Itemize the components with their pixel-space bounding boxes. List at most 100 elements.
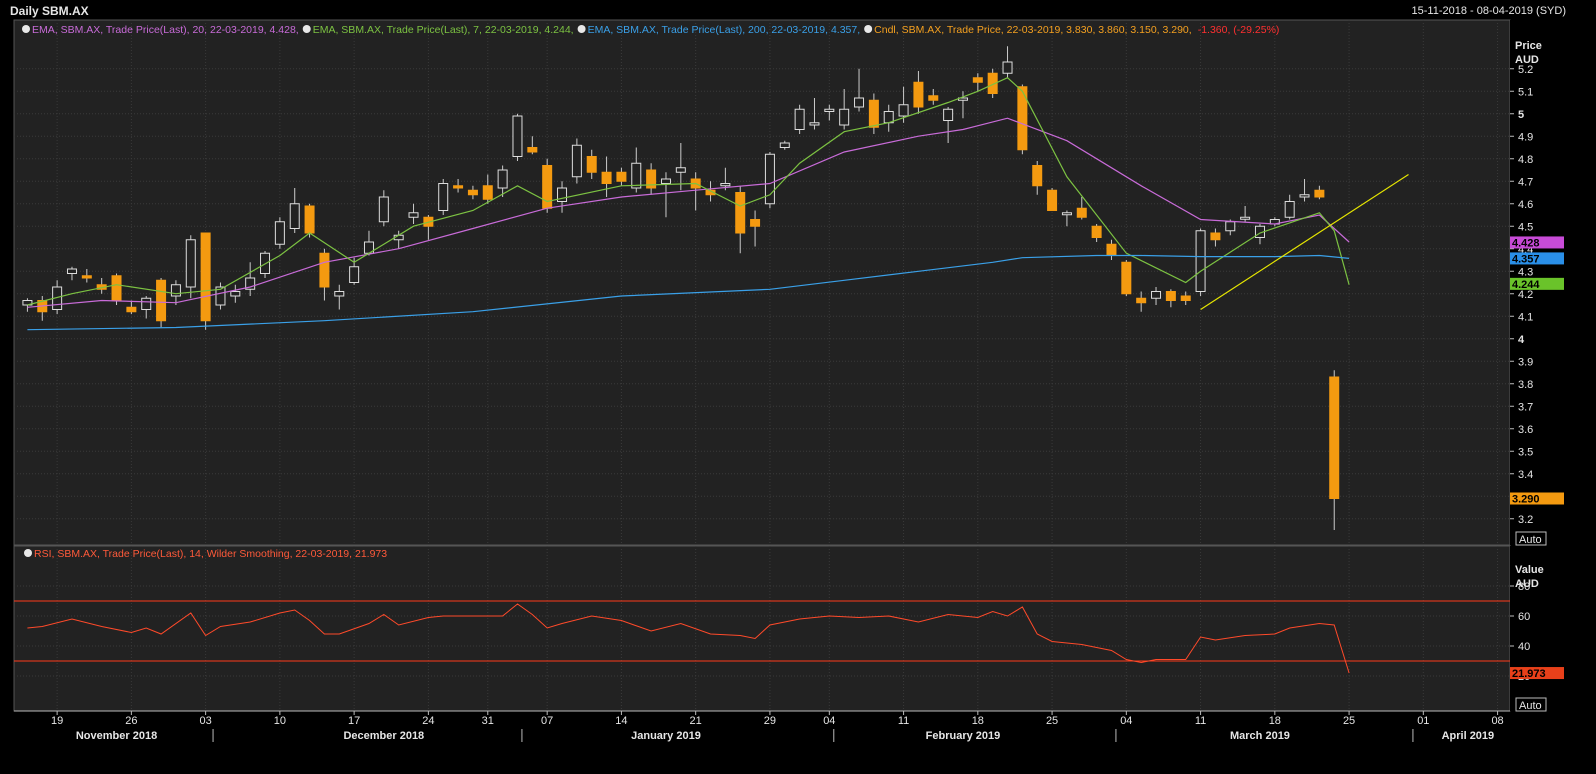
candle[interactable]: [215, 282, 226, 310]
day-tick-label: 17: [348, 715, 360, 727]
price-tick-label: 3.9: [1518, 356, 1533, 368]
candle-body-down: [1210, 232, 1221, 241]
candle-body-down: [928, 95, 939, 101]
candle[interactable]: [1017, 84, 1028, 155]
legend-item-icon[interactable]: [577, 25, 586, 33]
price-legend[interactable]: EMA, SBM.AX, Trade Price(Last), 20, 22-0…: [22, 24, 1279, 36]
candle-body-up: [230, 291, 241, 297]
price-tick-label: 4.9: [1518, 131, 1533, 143]
candle-body-up: [809, 122, 820, 126]
price-plot-area[interactable]: [13, 19, 1511, 546]
candle-body-down: [972, 77, 983, 83]
legend-item-text: -1.360, (-29.25%): [1198, 24, 1280, 36]
candle-body-down: [750, 219, 761, 227]
candle-body-up: [1061, 212, 1072, 216]
candle-body-up: [898, 104, 909, 117]
day-tick-label: 26: [125, 715, 137, 727]
candle-body-down: [601, 171, 612, 184]
day-tick-label: 11: [898, 715, 909, 727]
day-tick-label: 03: [200, 715, 212, 727]
candle[interactable]: [438, 179, 449, 215]
day-tick-label: 04: [1120, 715, 1132, 727]
candle-body-down: [1032, 165, 1043, 187]
price-auto-label: Auto: [1519, 534, 1542, 546]
candle-body-up: [1299, 194, 1310, 198]
day-tick-label: 11: [1195, 715, 1206, 727]
candle-body-down: [467, 189, 478, 196]
candle-body-up: [660, 178, 671, 184]
candle[interactable]: [571, 138, 582, 184]
candle[interactable]: [542, 158, 553, 213]
candle[interactable]: [200, 232, 211, 330]
rsi-auto-label: Auto: [1519, 700, 1542, 712]
candle-body-up: [274, 221, 285, 245]
price-auto-scale-button[interactable]: Auto: [1515, 531, 1547, 546]
candle-body-down: [735, 192, 746, 234]
legend-item-icon[interactable]: [302, 25, 311, 33]
day-tick-label: 24: [422, 715, 434, 727]
candle-body-down: [913, 81, 924, 108]
candle[interactable]: [794, 104, 805, 134]
price-tick-label: 3.7: [1518, 401, 1533, 413]
candle[interactable]: [512, 113, 523, 161]
day-tick-label: 14: [615, 715, 627, 727]
rsi-legend-text: RSI, SBM.AX, Trade Price(Last), 14, Wild…: [34, 548, 387, 560]
candle-body-up: [378, 196, 389, 223]
day-tick-label: 21: [690, 715, 702, 727]
candle[interactable]: [1195, 228, 1206, 297]
candle-body-down: [527, 147, 538, 153]
candle-body-up: [675, 167, 686, 173]
month-label: February 2019: [926, 730, 1001, 742]
candle-body-down: [868, 99, 879, 128]
legend-item-text: EMA, SBM.AX, Trade Price(Last), 200, 22-…: [588, 24, 861, 36]
price-badge: 4.357: [1510, 252, 1564, 265]
candle-body-down: [586, 156, 597, 173]
candle-body-up: [66, 268, 77, 274]
candle-body-up: [1284, 201, 1295, 218]
candle-body-up: [631, 162, 642, 189]
price-tick-label: 4.3: [1518, 266, 1533, 278]
candle[interactable]: [1121, 260, 1132, 296]
candle-body-up: [571, 144, 582, 178]
candle-body-down: [1329, 376, 1340, 499]
price-badge-value: 3.290: [1512, 494, 1540, 506]
candle-body-down: [616, 171, 627, 182]
price-tick-label: 4.7: [1518, 176, 1533, 188]
candle-body-up: [512, 115, 523, 157]
candle-body-up: [170, 284, 181, 297]
rsi-legend[interactable]: RSI, SBM.AX, Trade Price(Last), 14, Wild…: [24, 548, 387, 560]
candle-body-down: [1314, 189, 1325, 198]
rsi-badge: 21.973: [1510, 667, 1564, 680]
candle[interactable]: [274, 217, 285, 249]
price-tick-label: 3.8: [1518, 379, 1533, 391]
rsi-auto-scale-button[interactable]: Auto: [1515, 697, 1547, 712]
day-tick-label: 18: [972, 715, 984, 727]
price-tick-label: 5: [1518, 109, 1524, 121]
price-badge-value: 4.428: [1512, 237, 1540, 249]
price-tick-label: 4: [1518, 334, 1525, 346]
chart-window: Daily SBM.AX 15-11-2018 - 08-04-2019 (SY…: [0, 0, 1596, 774]
month-label: March 2019: [1230, 730, 1290, 742]
candle-body-up: [289, 203, 300, 229]
candle[interactable]: [764, 152, 775, 209]
day-tick-label: 10: [274, 715, 286, 727]
candle-body-up: [185, 239, 196, 288]
candle-body-down: [1136, 297, 1147, 304]
candle-body-down: [81, 275, 92, 279]
price-tick-label: 3.5: [1518, 446, 1533, 458]
candle-body-down: [453, 185, 464, 189]
month-label: November 2018: [76, 730, 157, 742]
price-badge-value: 4.357: [1512, 253, 1540, 265]
price-tick-label: 3.6: [1518, 424, 1533, 436]
price-tick-label: 3.2: [1518, 514, 1533, 526]
legend-item-icon[interactable]: [864, 25, 873, 33]
legend-item-text: EMA, SBM.AX, Trade Price(Last), 7, 22-03…: [313, 24, 574, 36]
candle-body-down: [126, 306, 137, 313]
candle-body-up: [1195, 230, 1206, 292]
candle[interactable]: [1047, 188, 1058, 211]
candle-body-up: [779, 142, 790, 148]
rsi-legend-icon[interactable]: [24, 549, 32, 557]
legend-item-icon[interactable]: [22, 25, 30, 33]
candle-body-down: [304, 205, 315, 234]
rsi-plot-area[interactable]: [13, 545, 1511, 712]
